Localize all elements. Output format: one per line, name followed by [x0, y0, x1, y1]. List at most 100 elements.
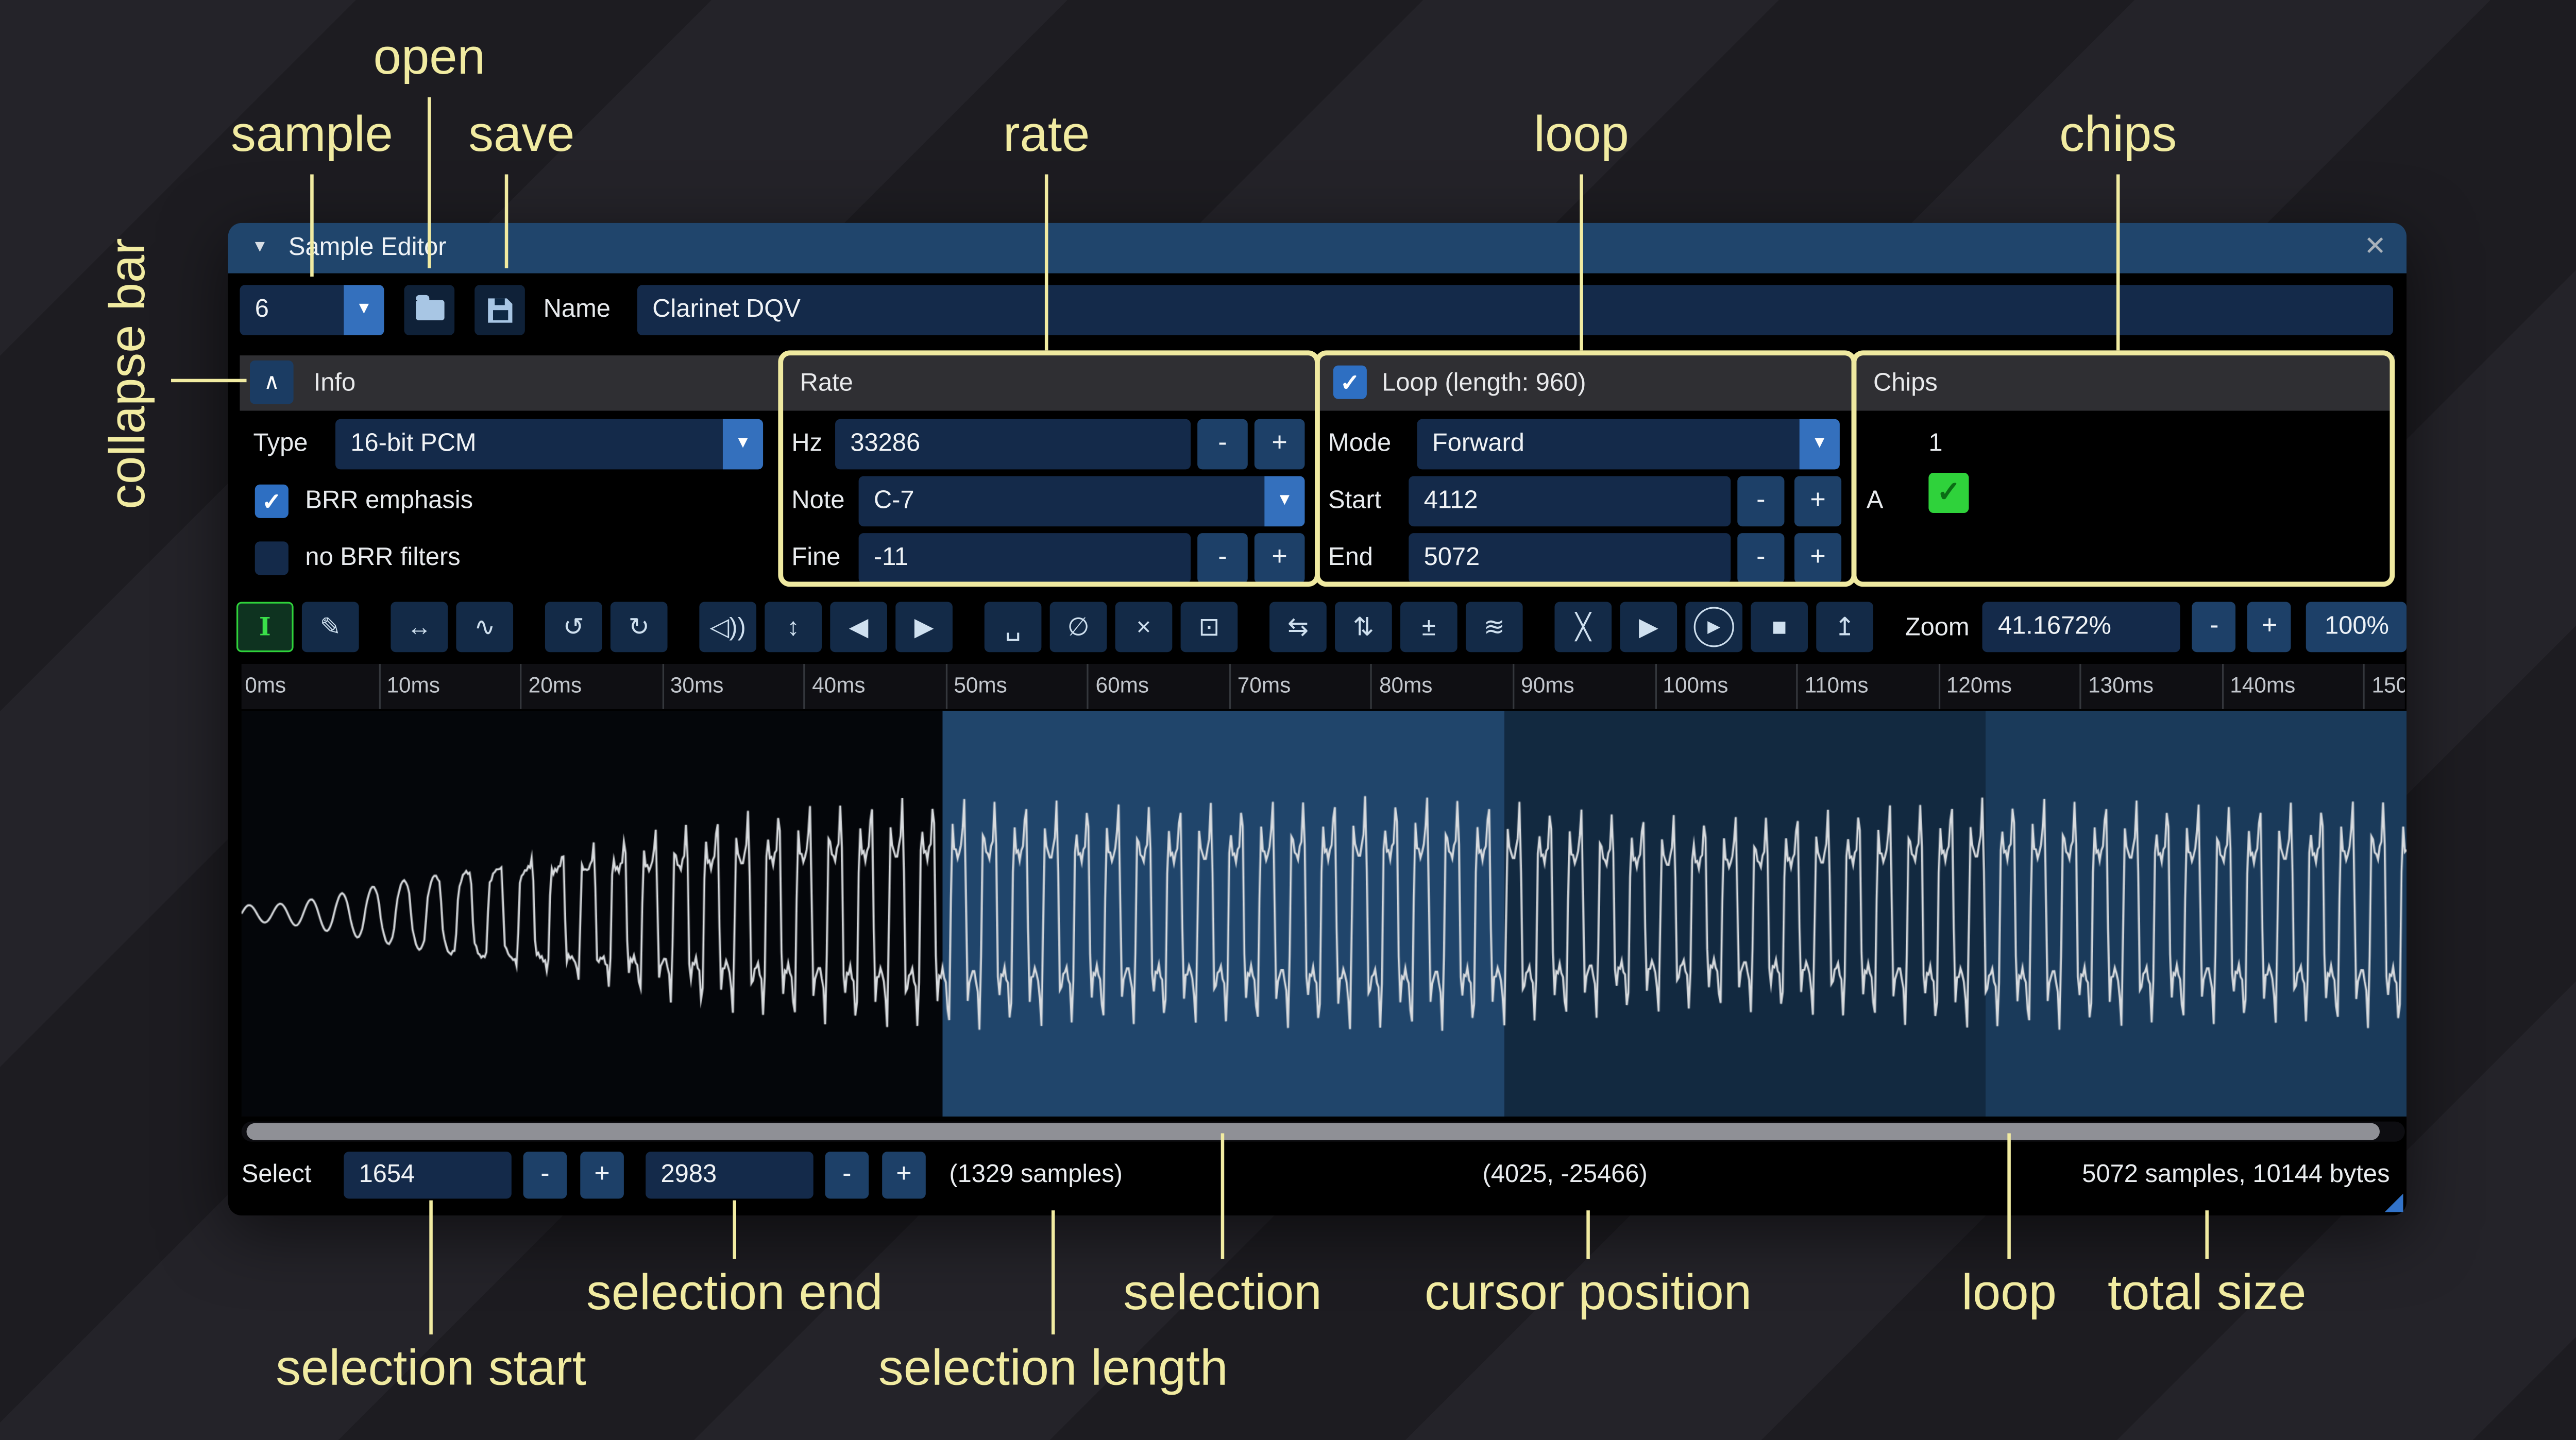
toolbar-buttons: I✎↔∿↺↻◁))↕◀▶␣∅×⊡⇆⇅±≋╳▶▶■↥: [236, 602, 1882, 653]
name-input[interactable]: Clarinet DQV: [637, 285, 2393, 335]
amplify-button[interactable]: ◁)): [699, 602, 756, 653]
name-label: Name: [544, 285, 611, 335]
preview-selection-button[interactable]: ▶: [1685, 602, 1742, 653]
ruler-label: 0ms: [245, 672, 286, 697]
save-button[interactable]: [474, 285, 525, 335]
draw-mode-button[interactable]: ✎: [302, 602, 359, 653]
timeline-ruler[interactable]: 0ms10ms20ms30ms40ms50ms60ms70ms80ms90ms1…: [242, 664, 2405, 709]
annotation-collapse-bar: collapse bar: [100, 238, 158, 509]
ruler-label: 10ms: [386, 672, 440, 697]
annotation-line-selection-end: [733, 1201, 736, 1259]
annotation-line-rate: [1045, 175, 1048, 351]
close-button[interactable]: ✕: [2364, 223, 2386, 273]
documentation-background: ▼ Sample Editor ✕ 6 ▼ Name Clarinet DQV …: [0, 0, 2576, 1440]
trim-button[interactable]: ⊡: [1181, 602, 1238, 653]
scrollbar-thumb[interactable]: [246, 1123, 2379, 1140]
delete-button[interactable]: ×: [1115, 602, 1173, 653]
sign-method-button[interactable]: ±: [1400, 602, 1458, 653]
select-label: Select: [242, 1150, 312, 1201]
annotation-sample: sample: [231, 107, 393, 164]
title-bar[interactable]: ▼ Sample Editor ✕: [228, 223, 2406, 273]
ruler-label: 30ms: [670, 672, 724, 697]
ruler-label: 110ms: [1805, 672, 1869, 697]
brr-emphasis-label: BRR emphasis: [305, 476, 473, 526]
chevron-down-icon: ▼: [723, 419, 763, 470]
resample-button[interactable]: ∿: [456, 602, 513, 653]
stop-preview-button[interactable]: ■: [1751, 602, 1808, 653]
filter-button[interactable]: ≋: [1466, 602, 1523, 653]
open-button[interactable]: [404, 285, 454, 335]
draw-mode-icon: ✎: [320, 612, 341, 642]
crossfade-loop-button[interactable]: ╳: [1554, 602, 1612, 653]
annotation-line-cursor-position: [1586, 1210, 1590, 1259]
stop-preview-icon: ■: [1772, 613, 1787, 641]
resize-grip[interactable]: [2385, 1194, 2403, 1212]
selection-start-decrement-button[interactable]: -: [523, 1152, 567, 1198]
annotation-save: save: [468, 107, 574, 164]
info-header-label: Info: [314, 355, 355, 410]
selection-start-input[interactable]: 1654: [344, 1152, 512, 1198]
rate-highlight-box: [778, 350, 1319, 587]
annotation-selection-length: selection length: [878, 1341, 1228, 1398]
selection-end-increment-button[interactable]: +: [882, 1152, 926, 1198]
normalize-button[interactable]: ↕: [765, 602, 822, 653]
annotation-selection-end: selection end: [586, 1266, 883, 1323]
make-instrument-button[interactable]: ↥: [1816, 602, 1873, 653]
insert-silence-button[interactable]: ␣: [985, 602, 1042, 653]
annotation-line-selection-length: [1052, 1210, 1055, 1334]
waveform-canvas[interactable]: [242, 711, 2406, 1117]
fade-out-icon: ▶: [914, 612, 934, 642]
fade-in-icon: ◀: [849, 612, 869, 642]
ruler-label: 50ms: [954, 672, 1007, 697]
apply-silence-button[interactable]: ∅: [1050, 602, 1107, 653]
no-brr-filters-checkbox[interactable]: [255, 541, 289, 575]
brr-emphasis-checkbox[interactable]: ✓: [255, 485, 289, 518]
fade-out-button[interactable]: ▶: [895, 602, 953, 653]
redo-button[interactable]: ↻: [611, 602, 668, 653]
selection-end-input[interactable]: 2983: [646, 1152, 814, 1198]
type-value: 16-bit PCM: [350, 429, 476, 457]
resample-icon: ∿: [474, 612, 495, 642]
amplify-icon: ◁)): [710, 612, 746, 642]
zoom-out-button[interactable]: -: [2193, 602, 2236, 653]
zoom-input[interactable]: 41.1672%: [1983, 602, 2181, 653]
zoom-reset-button[interactable]: 100%: [2307, 602, 2407, 653]
invert-button[interactable]: ⇅: [1335, 602, 1392, 653]
zoom-in-button[interactable]: +: [2248, 602, 2292, 653]
annotation-rate: rate: [1003, 107, 1090, 164]
type-select[interactable]: 16-bit PCM ▼: [335, 419, 763, 470]
filter-icon: ≋: [1484, 612, 1505, 642]
normalize-icon: ↕: [787, 613, 799, 641]
selection-start-increment-button[interactable]: +: [580, 1152, 624, 1198]
sample-number-value: 6: [255, 295, 269, 323]
resize-button[interactable]: ↔: [391, 602, 448, 653]
annotation-line-open: [428, 97, 431, 268]
waveform-scrollbar[interactable]: [242, 1122, 2405, 1142]
annotation-line-total-size: [2205, 1210, 2209, 1259]
redo-icon: ↻: [629, 612, 650, 642]
zoom-label: Zoom: [1905, 613, 1970, 641]
reverse-button[interactable]: ⇆: [1269, 602, 1327, 653]
annotation-total-size: total size: [2108, 1266, 2306, 1323]
ruler-label: 70ms: [1238, 672, 1291, 697]
sample-number-select[interactable]: 6 ▼: [240, 285, 384, 335]
ruler-label: 60ms: [1096, 672, 1149, 697]
undo-button[interactable]: ↺: [545, 602, 602, 653]
ruler-label: 90ms: [1521, 672, 1574, 697]
selection-end-decrement-button[interactable]: -: [825, 1152, 869, 1198]
ruler-label: 40ms: [812, 672, 866, 697]
ruler-label: 100ms: [1663, 672, 1728, 697]
window-collapse-icon[interactable]: ▼: [251, 223, 268, 273]
annotation-selection-start: selection start: [276, 1341, 586, 1398]
fade-in-button[interactable]: ◀: [830, 602, 887, 653]
select-mode-button[interactable]: I: [236, 602, 294, 653]
info-collapse-button[interactable]: ∧: [250, 361, 294, 404]
resize-icon: ↔: [406, 613, 432, 641]
insert-silence-icon: ␣: [1005, 612, 1021, 642]
undo-icon: ↺: [563, 612, 584, 642]
annotation-chips: chips: [2059, 107, 2177, 164]
info-header[interactable]: ∧ Info: [240, 355, 779, 410]
chips-highlight-box: [1852, 350, 2395, 587]
preview-button[interactable]: ▶: [1620, 602, 1677, 653]
make-instrument-icon: ↥: [1834, 612, 1855, 642]
